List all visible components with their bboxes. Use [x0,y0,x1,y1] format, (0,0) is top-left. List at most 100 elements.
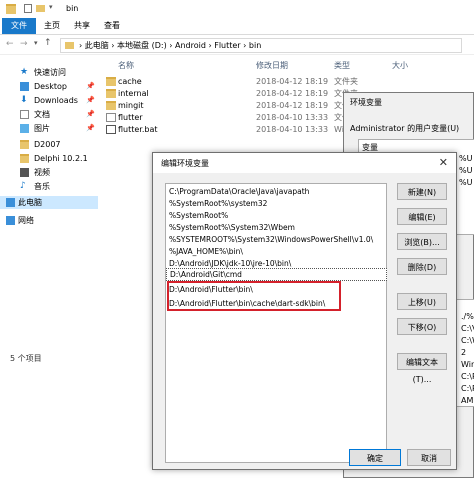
path-item[interactable]: C:\ProgramData\Oracle\Java\javapath [169,186,383,198]
file-date: 2018-04-12 18:19 [256,101,329,110]
delete-button[interactable]: 删除(D) [397,258,447,275]
folder-icon [6,4,16,14]
network-icon [6,216,15,225]
folder-icon [106,101,116,110]
breadcrumb-pc[interactable]: 此电脑 [85,41,109,50]
path-item[interactable]: %SystemRoot% [169,210,383,222]
path-item[interactable]: %JAVA_HOME%\bin\ [169,246,383,258]
nav-item-music[interactable]: ♪ 音乐 [0,180,98,193]
quick-access-toolbar[interactable]: ▾ [22,3,60,14]
properties-icon[interactable] [24,4,32,13]
value-cell: C:\W [461,336,474,345]
ribbon-tabs: 文件 主页 共享 查看 [0,18,474,35]
document-icon [20,110,29,119]
nav-label: 音乐 [34,182,50,191]
value-cell: 2 [461,348,467,357]
nav-item-documents[interactable]: 文档 📌 [0,108,98,121]
highlight-box [167,281,341,311]
pin-icon: 📌 [86,110,95,118]
path-item[interactable]: D:\Android\Git\cmd [170,269,384,281]
nav-item-delphi[interactable]: Delphi 10.2.1 [0,152,98,165]
close-icon[interactable]: ✕ [439,156,448,169]
tab-file[interactable]: 文件 [2,18,36,34]
nav-label: Downloads [34,96,78,105]
nav-label: 此电脑 [18,198,42,207]
file-name: flutter [118,113,143,122]
chevron-down-icon[interactable]: ▾ [49,3,53,11]
value-cell: C:\V [461,324,474,333]
up-icon[interactable]: ↑ [44,38,52,48]
edit-environment-variable-dialog: 编辑环境变量 ✕ C:\ProgramData\Oracle\Java\java… [152,152,457,470]
folder-icon [106,77,116,86]
nav-item-quick-access[interactable]: ★ 快速访问 [0,66,98,79]
column-date[interactable]: 修改日期 [256,60,288,71]
folder-icon [20,154,29,163]
pin-icon: 📌 [86,96,95,104]
nav-label: Delphi 10.2.1 [34,154,88,163]
pin-icon: 📌 [86,124,95,132]
file-icon [106,113,116,122]
path-list[interactable]: C:\ProgramData\Oracle\Java\javapath %Sys… [165,183,387,463]
dialog-title-bar: 编辑环境变量 ✕ [153,153,456,173]
nav-item-pictures[interactable]: 图片 📌 [0,122,98,135]
edit-button[interactable]: 编辑(E) [397,208,447,225]
nav-label: D2007 [34,140,61,149]
column-name[interactable]: 名称 [118,60,134,71]
dialog-title: 环境变量 [350,98,382,107]
nav-item-desktop[interactable]: Desktop 📌 [0,80,98,93]
column-type[interactable]: 类型 [334,60,350,71]
move-down-button[interactable]: 下移(O) [397,318,447,335]
breadcrumb-flutter[interactable]: Flutter [214,41,240,50]
nav-label: Desktop [34,82,67,91]
nav-item-this-pc[interactable]: 此电脑 [0,196,98,209]
back-icon[interactable]: ← [6,39,14,49]
address-bar[interactable]: › 此电脑 › 本地磁盘 (D:) › Android › Flutter › … [60,38,462,53]
title-bar: ▾ bin [0,0,474,18]
recent-chevron-icon[interactable]: ▾ [34,39,38,47]
picture-icon [20,124,29,133]
path-item[interactable]: %SYSTEMROOT%\System32\WindowsPowerShell\… [169,234,383,246]
ok-button[interactable]: 确定 [349,449,401,466]
nav-item-downloads[interactable]: ⬇ Downloads 📌 [0,94,98,107]
file-row[interactable]: cache 2018-04-12 18:19 文件夹 [100,76,474,88]
computer-icon [6,198,15,207]
new-folder-icon[interactable] [36,5,45,12]
nav-label: 快速访问 [34,68,66,77]
path-item[interactable]: %SystemRoot%\system32 [169,198,383,210]
tab-share[interactable]: 共享 [74,20,90,32]
browse-button[interactable]: 浏览(B)... [397,233,447,250]
value-cell: ./%. [461,312,474,321]
path-item-focused[interactable]: D:\Android\Git\cmd [166,268,387,281]
new-button[interactable]: 新建(N) [397,183,447,200]
column-size[interactable]: 大小 [392,60,408,71]
forward-icon[interactable]: → [20,39,28,49]
music-icon: ♪ [20,181,26,191]
folder-icon [20,140,29,149]
download-icon: ⬇ [20,95,28,105]
cancel-button[interactable]: 取消 [407,449,451,466]
value-cell: Wind [461,360,474,369]
edit-text-button[interactable]: 编辑文本(T)... [397,353,447,384]
dialog-title: 编辑环境变量 [161,159,209,168]
path-item[interactable]: %SystemRoot%\System32\Wbem [169,222,383,234]
breadcrumb-drive[interactable]: 本地磁盘 (D:) [117,41,167,50]
tab-home[interactable]: 主页 [44,20,60,32]
address-row: ← → ▾ ↑ › 此电脑 › 本地磁盘 (D:) › Android › Fl… [0,36,474,55]
file-date: 2018-04-12 18:19 [256,77,329,86]
value-cell: %U [459,154,473,163]
nav-item-network[interactable]: 网络 [0,214,98,227]
item-count: 5 个项目 [10,354,42,363]
file-name: cache [118,77,142,86]
nav-item-videos[interactable]: 视频 [0,166,98,179]
nav-label: 图片 [34,124,50,133]
user-variables-label: Administrator 的用户变量(U) [350,124,460,133]
navigation-pane: ★ 快速访问 Desktop 📌 ⬇ Downloads 📌 文档 📌 图片 📌… [0,62,98,352]
breadcrumb-bin[interactable]: bin [249,41,261,50]
breadcrumb-android[interactable]: Android [175,41,206,50]
tab-view[interactable]: 查看 [104,20,120,32]
value-cell: C:\P [461,372,474,381]
file-name: internal [118,89,149,98]
nav-item-d2007[interactable]: D2007 [0,138,98,151]
move-up-button[interactable]: 上移(U) [397,293,447,310]
folder-icon [106,89,116,98]
